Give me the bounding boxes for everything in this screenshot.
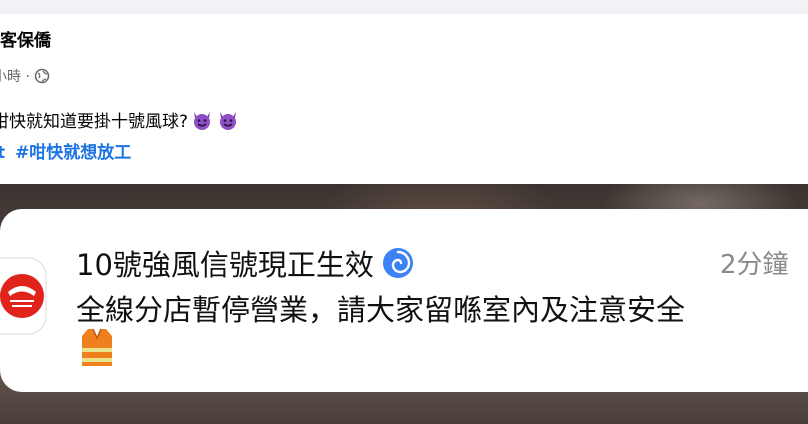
cyclone-icon: [382, 247, 414, 279]
notification-time: 2分鐘: [720, 250, 789, 280]
post-text: 咁快就知道要掛十號風球?: [0, 107, 240, 132]
notification-title: 10號強風信號現正生效: [76, 242, 414, 284]
smiling-devil-icon: [216, 108, 240, 132]
globe-icon: [34, 68, 50, 84]
smiling-devil-icon: [190, 108, 214, 132]
hashtag-link[interactable]: t: [0, 143, 5, 163]
post-text-body: 咁快就知道要掛十號風球?: [0, 112, 189, 132]
page-background: [0, 0, 808, 14]
pizza-hut-logo-icon: [0, 256, 48, 336]
post-meta: 小時 ·: [0, 66, 50, 86]
notification-card: 10號強風信號現正生效 2分鐘 全線分店暫停營業，請大家留喺室內及注意安全: [0, 209, 808, 392]
notification-title-text: 10號強風信號現正生效: [76, 248, 374, 282]
notification-body: 全線分店暫停營業，請大家留喺室內及注意安全: [76, 293, 686, 327]
post-hashtags: t #咁快就想放工: [0, 138, 135, 163]
post-timestamp[interactable]: 小時 ·: [0, 66, 30, 86]
post-author-name[interactable]: 必勝客保僑: [0, 26, 51, 51]
safety-vest-icon: [76, 326, 118, 368]
hashtag-link[interactable]: #咁快就想放工: [15, 143, 131, 163]
